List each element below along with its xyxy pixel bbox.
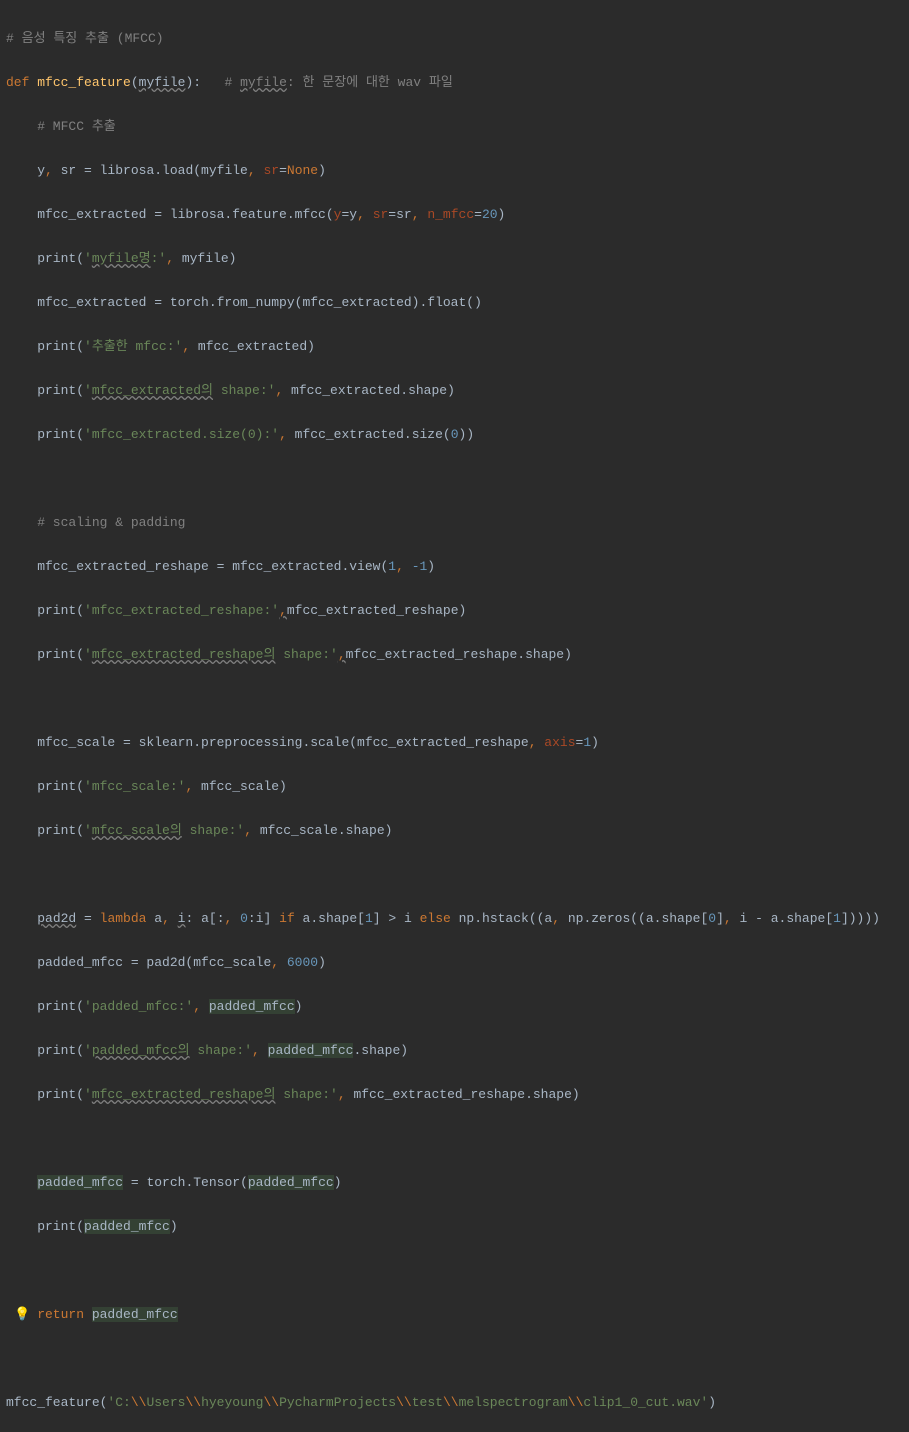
code-line: print('mfcc_extracted의 shape:', mfcc_ext… <box>6 380 909 402</box>
code-line: print('mfcc_extracted.size(0):', mfcc_ex… <box>6 424 909 446</box>
comment: # 음성 특징 추출 (MFCC) <box>6 31 164 46</box>
code-line: y, sr = librosa.load(myfile, sr=None) <box>6 160 909 182</box>
blank-line <box>6 1348 909 1370</box>
code-line: print('mfcc_scale의 shape:', mfcc_scale.s… <box>6 820 909 842</box>
code-line: 💡 return padded_mfcc <box>6 1304 909 1326</box>
blank-line <box>6 688 909 710</box>
lightbulb-icon[interactable]: 💡 <box>14 1304 30 1326</box>
code-line: mfcc_scale = sklearn.preprocessing.scale… <box>6 732 909 754</box>
code-line: mfcc_extracted = torch.from_numpy(mfcc_e… <box>6 292 909 314</box>
code-line: print('myfile명:', myfile) <box>6 248 909 270</box>
code-line: mfcc_feature('C:\\Users\\hyeyoung\\Pycha… <box>6 1392 909 1414</box>
code-line: print('mfcc_extracted_reshape의 shape:', … <box>6 1084 909 1106</box>
blank-line <box>6 1128 909 1150</box>
blank-line <box>6 864 909 886</box>
code-line: padded_mfcc = torch.Tensor(padded_mfcc) <box>6 1172 909 1194</box>
code-line: print('mfcc_extracted_reshape:',mfcc_ext… <box>6 600 909 622</box>
code-line: mfcc_extracted = librosa.feature.mfcc(y=… <box>6 204 909 226</box>
code-line: print('mfcc_extracted_reshape의 shape:',m… <box>6 644 909 666</box>
code-line: print('padded_mfcc:', padded_mfcc) <box>6 996 909 1018</box>
code-line: # scaling & padding <box>6 512 909 534</box>
code-line: pad2d = lambda a, i: a[:, 0:i] if a.shap… <box>6 908 909 930</box>
code-line: def mfcc_feature(myfile): # myfile: 한 문장… <box>6 72 909 94</box>
code-line: print('추출한 mfcc:', mfcc_extracted) <box>6 336 909 358</box>
code-line: padded_mfcc = pad2d(mfcc_scale, 6000) <box>6 952 909 974</box>
code-line: print('mfcc_scale:', mfcc_scale) <box>6 776 909 798</box>
code-line: # 음성 특징 추출 (MFCC) <box>6 28 909 50</box>
code-line: mfcc_extracted_reshape = mfcc_extracted.… <box>6 556 909 578</box>
code-line: # MFCC 추출 <box>6 116 909 138</box>
blank-line <box>6 1260 909 1282</box>
blank-line <box>6 468 909 490</box>
code-line: print(padded_mfcc) <box>6 1216 909 1238</box>
code-line: print('padded_mfcc의 shape:', padded_mfcc… <box>6 1040 909 1062</box>
code-editor[interactable]: # 음성 특징 추출 (MFCC) def mfcc_feature(myfil… <box>6 6 909 1432</box>
